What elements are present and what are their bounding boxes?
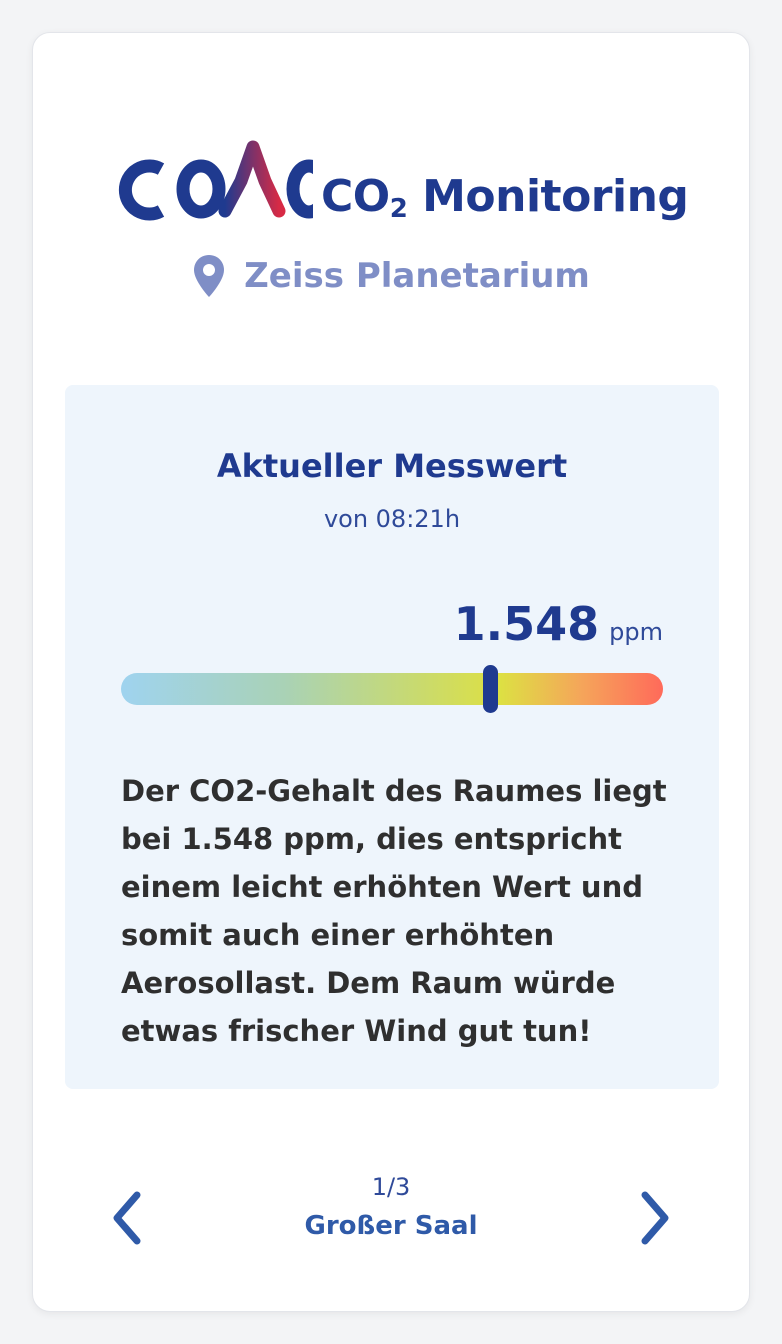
chevron-right-icon	[641, 1191, 669, 1245]
co2-value: 1.548	[453, 597, 600, 651]
next-room-button[interactable]	[629, 1183, 679, 1253]
co2-unit: ppm	[609, 618, 663, 646]
brand-header: CO2 Monitoring	[113, 119, 689, 229]
monitor-card: CO2 Monitoring Zeiss Planetarium Aktuell…	[32, 32, 750, 1312]
location-name: Zeiss Planetarium	[244, 256, 590, 296]
como-logo	[118, 140, 313, 221]
room-pager: 1/3 Großer Saal	[33, 1173, 749, 1263]
location-row: Zeiss Planetarium	[33, 253, 749, 303]
map-pin-icon	[194, 255, 225, 297]
measurement-time: von 08:21h	[323, 505, 461, 533]
measurement-reading: 1.548 ppm	[454, 597, 663, 651]
measurement-description: Der CO2-Gehalt des Raumes liegt bei 1.54…	[121, 774, 667, 1048]
app-title: CO2 Monitoring	[321, 171, 689, 224]
gauge-marker	[482, 665, 498, 713]
measurement-panel: Aktueller Messwert von 08:21h 1.548 ppm …	[65, 385, 719, 1089]
co2-gauge	[121, 665, 663, 713]
measurement-title: Aktueller Messwert	[216, 447, 568, 485]
